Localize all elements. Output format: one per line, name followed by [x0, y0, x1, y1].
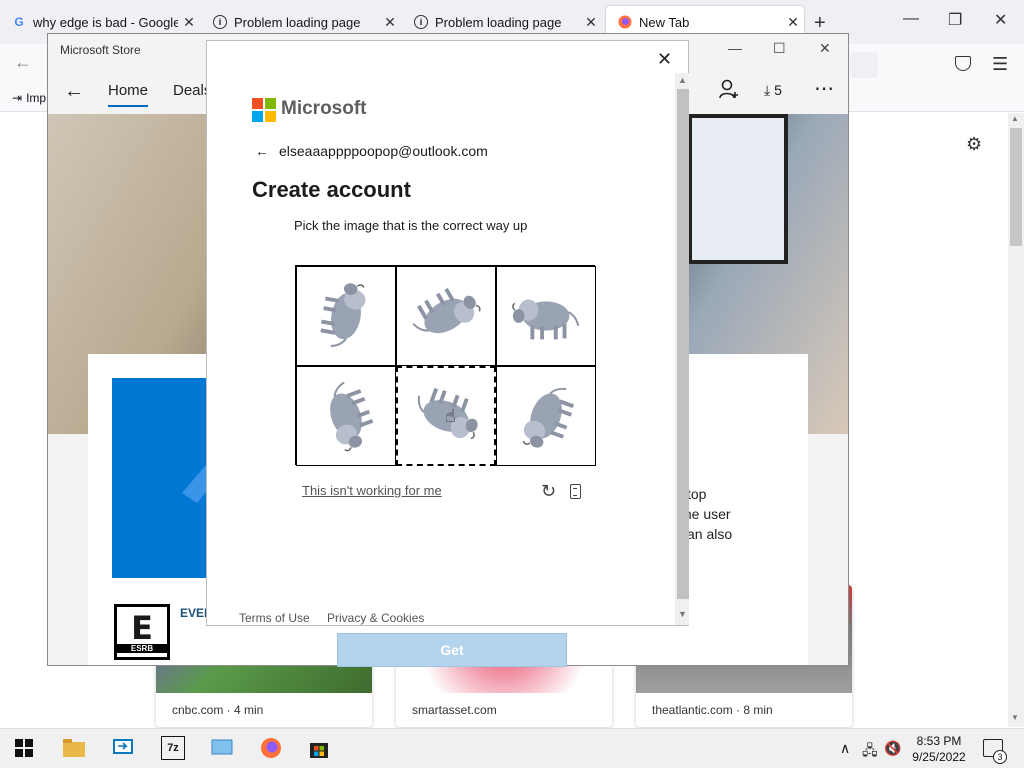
file-explorer-icon[interactable]	[62, 736, 86, 760]
microsoft-store-taskbar-icon[interactable]	[307, 736, 331, 760]
downloads-button[interactable]: ⤓ 5	[764, 82, 782, 99]
store-nav-home[interactable]: Home	[108, 82, 149, 107]
tab-title: Problem loading page	[435, 14, 562, 30]
tab-title: Problem loading page	[234, 14, 361, 30]
hero-laptop-image	[688, 114, 788, 264]
dialog-close-icon[interactable]: ✕	[657, 49, 672, 70]
import-bookmarks-link[interactable]: ⇥ Imp	[12, 91, 46, 105]
download-count: 5	[774, 82, 782, 98]
not-working-link[interactable]: This isn't working for me	[302, 483, 442, 498]
system-clock[interactable]: 8:53 PM 9/25/2022	[906, 733, 972, 765]
email-back-row[interactable]: ← elseaaappppoopop@outlook.com	[255, 143, 488, 159]
clock-time: 8:53 PM	[916, 734, 962, 748]
captcha-image-option[interactable]: ☝	[396, 366, 496, 466]
captcha-image-option[interactable]	[296, 266, 396, 366]
scroll-down-icon[interactable]: ▼	[1011, 713, 1019, 722]
get-button[interactable]: Get	[337, 633, 567, 667]
captcha-image-option[interactable]	[496, 266, 596, 366]
captcha-image-grid: ☝	[295, 265, 596, 466]
news-source: cnbc.com · 4 min	[172, 703, 264, 717]
import-icon: ⇥	[12, 91, 23, 105]
gear-icon[interactable]: ⚙	[966, 134, 982, 155]
hamburger-menu-icon[interactable]: ☰	[992, 54, 1008, 75]
firefox-taskbar-icon[interactable]	[259, 736, 283, 760]
browser-back-icon[interactable]: ←	[14, 52, 32, 73]
tray-chevron-up-icon[interactable]: ∧	[840, 740, 850, 757]
clock-date: 9/25/2022	[912, 750, 966, 764]
bison-image	[304, 369, 387, 463]
microsoft-wordmark: Microsoft	[281, 98, 367, 119]
close-tab-icon[interactable]: ✕	[379, 14, 401, 31]
close-window-icon[interactable]: ✕	[994, 10, 1007, 30]
reload-icon[interactable]: ↻	[541, 481, 556, 502]
google-icon: G	[14, 15, 24, 29]
maximize-icon[interactable]: ❐	[948, 10, 962, 30]
store-window-title: Microsoft Store	[60, 43, 141, 57]
captcha-image-option[interactable]	[396, 266, 496, 366]
notification-count-badge: 3	[993, 750, 1007, 764]
minimize-icon[interactable]: —	[903, 10, 919, 28]
dialog-scroll-down-icon[interactable]: ▼	[678, 609, 687, 619]
volume-muted-icon[interactable]: 🔇	[884, 740, 901, 757]
tab-title: why edge is bad - Google S	[33, 14, 178, 30]
create-account-dialog: ✕ ▲ ▼ Microsoft ← elseaaappppoopop@outlo…	[206, 40, 689, 626]
store-maximize-icon[interactable]: ☐	[773, 40, 786, 57]
network-icon[interactable]: 🖧	[862, 740, 878, 764]
captcha-image-option[interactable]	[496, 366, 596, 466]
bison-image	[507, 286, 585, 346]
firefox-icon	[618, 15, 632, 29]
info-icon: i	[414, 15, 428, 29]
dialog-heading: Create account	[252, 177, 411, 202]
scroll-up-icon[interactable]: ▲	[1011, 114, 1019, 123]
close-tab-icon[interactable]: ✕	[782, 14, 804, 31]
tab-title: New Tab	[639, 14, 690, 30]
terms-of-use-link[interactable]: Terms of Use	[239, 611, 310, 625]
dialog-scroll-up-icon[interactable]: ▲	[678, 75, 687, 85]
new-tab-plus-icon[interactable]: +	[814, 12, 826, 35]
captcha-image-option[interactable]	[296, 366, 396, 466]
store-close-icon[interactable]: ✕	[819, 40, 831, 57]
close-tab-icon[interactable]: ✕	[580, 14, 602, 31]
close-tab-icon[interactable]: ✕	[178, 14, 200, 31]
user-account-icon[interactable]	[718, 78, 740, 106]
info-icon: i	[213, 15, 227, 29]
remote-desktop-icon[interactable]	[111, 736, 135, 760]
back-arrow-icon[interactable]: ←	[255, 143, 269, 159]
download-icon: ⤓	[764, 82, 771, 98]
captcha-instruction: Pick the image that is the correct way u…	[294, 218, 528, 233]
page-scrollbar-thumb[interactable]	[1010, 128, 1022, 246]
news-source: theatlantic.com · 8 min	[652, 703, 773, 717]
more-options-icon[interactable]: ⋯	[814, 76, 835, 101]
windows-start-icon[interactable]	[12, 736, 36, 760]
audio-challenge-icon[interactable]	[570, 484, 581, 499]
privacy-cookies-link[interactable]: Privacy & Cookies	[327, 611, 424, 625]
bison-image	[504, 369, 587, 463]
store-back-icon[interactable]: ←	[64, 80, 84, 103]
news-source: smartasset.com	[412, 703, 497, 717]
bison-image	[397, 271, 495, 362]
dialog-scrollbar-thumb[interactable]	[677, 89, 689, 599]
7zip-icon[interactable]: 7z	[161, 736, 185, 760]
microsoft-logo-icon	[252, 98, 276, 122]
account-email: elseaaappppoopop@outlook.com	[279, 143, 488, 159]
hand-cursor-icon: ☝	[445, 406, 456, 426]
control-panel-icon[interactable]	[210, 736, 234, 760]
esrb-rating-badge: E ESRB	[114, 604, 170, 660]
store-minimize-icon[interactable]: —	[728, 40, 742, 56]
bison-image	[310, 272, 383, 359]
url-bar[interactable]	[850, 52, 878, 78]
